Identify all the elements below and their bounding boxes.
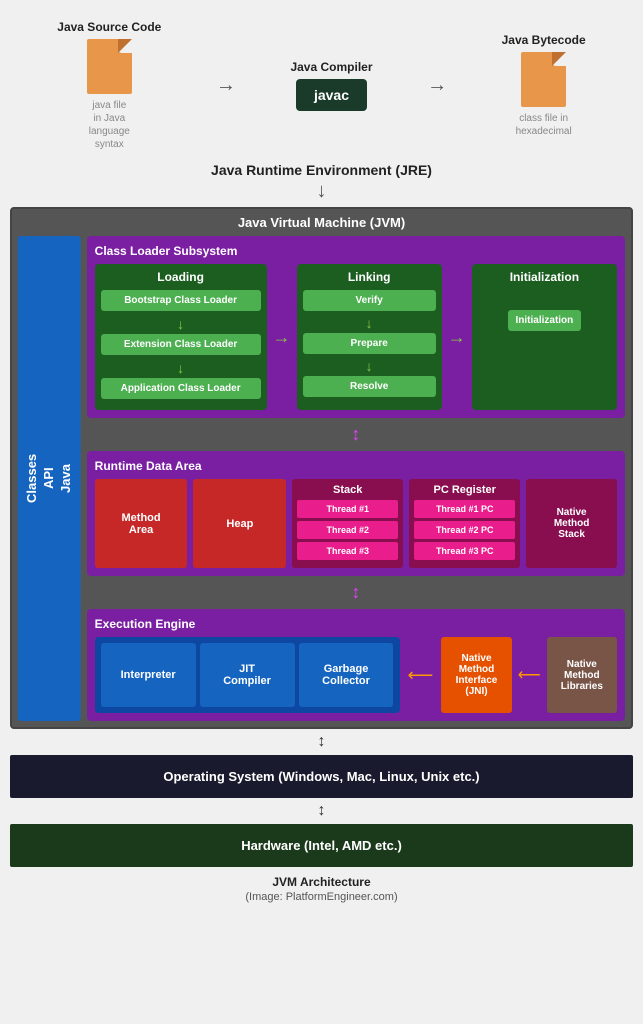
arrow-to-compiler: →	[216, 74, 236, 97]
arrow-loading-linking: →	[273, 264, 291, 410]
stack-section: Stack Thread #1 Thread #2 Thread #3	[292, 479, 403, 568]
page-container: Java Source Code java file in Java langu…	[0, 0, 643, 913]
loading-title: Loading	[101, 270, 261, 284]
exec-section: Execution Engine Interpreter JIT Compile…	[87, 609, 625, 721]
arrow-jre-down: ↓	[10, 180, 633, 203]
javac-button[interactable]: javac	[296, 79, 367, 111]
nmi-component: Native Method Interface (JNI)	[441, 637, 511, 713]
pc-title: PC Register	[414, 484, 515, 496]
compiler-label: Java Compiler	[290, 60, 372, 74]
arrow-linking-init: →	[448, 264, 466, 410]
init-title: Initialization	[510, 270, 579, 284]
application-loader-btn: Application Class Loader	[101, 378, 261, 399]
footer-subcaption: (Image: PlatformEngineer.com)	[10, 891, 633, 903]
jvm-container: Java Virtual Machine (JVM) Java API Clas…	[10, 207, 633, 729]
source-file-subtitle: java file in Java language syntax	[89, 99, 130, 151]
top-section: Java Source Code java file in Java langu…	[10, 10, 633, 156]
exec-title: Execution Engine	[95, 617, 617, 631]
footer-caption: JVM Architecture	[10, 875, 633, 889]
resolve-btn: Resolve	[303, 376, 436, 397]
arrow-cls-rda: ↕	[87, 424, 625, 445]
init-panel: Initialization Initialization	[472, 264, 617, 410]
class-loader-subsystem: Class Loader Subsystem Loading Bootstrap…	[87, 236, 625, 418]
stack-title: Stack	[297, 484, 398, 496]
stack-thread2: Thread #2	[297, 521, 398, 539]
verify-btn: Verify	[303, 290, 436, 311]
jvm-main: Class Loader Subsystem Loading Bootstrap…	[87, 236, 625, 721]
jre-label: Java Runtime Environment (JRE)	[10, 162, 633, 178]
source-code-block: Java Source Code java file in Java langu…	[57, 20, 161, 151]
rda-title: Runtime Data Area	[95, 459, 617, 473]
arrow-extension-application: ↓	[101, 360, 261, 376]
os-section: Operating System (Windows, Mac, Linux, U…	[10, 755, 633, 798]
exec-right: Native Method Interface (JNI) ⟵ Native M…	[441, 637, 617, 713]
bootstrap-loader-btn: Bootstrap Class Loader	[101, 290, 261, 311]
extension-loader-btn: Extension Class Loader	[101, 334, 261, 355]
pc-thread1: Thread #1 PC	[414, 500, 515, 518]
pc-section: PC Register Thread #1 PC Thread #2 PC Th…	[409, 479, 520, 568]
arrow-jvm-os: ↕	[10, 733, 633, 751]
linking-title: Linking	[303, 270, 436, 284]
heap-area: Heap	[193, 479, 286, 568]
arrow-os-hw: ↕	[10, 802, 633, 820]
api-classes-sidebar: Java API Classes	[18, 236, 81, 721]
arrow-prepare-resolve: ↓	[303, 358, 436, 374]
jvm-title: Java Virtual Machine (JVM)	[18, 215, 625, 230]
arrow-verify-prepare: ↓	[303, 315, 436, 331]
prepare-btn: Prepare	[303, 333, 436, 354]
nml-component: Native Method Libraries	[547, 637, 617, 713]
bytecode-label: Java Bytecode	[502, 33, 586, 47]
arrow-rda-exec: ↕	[87, 582, 625, 603]
interpreter-component: Interpreter	[101, 643, 196, 707]
gc-component: Garbage Collector	[299, 643, 394, 707]
bytecode-file-icon	[521, 52, 566, 107]
jit-component: JIT Compiler	[200, 643, 295, 707]
rda-section: Runtime Data Area Method Area Heap Stack…	[87, 451, 625, 576]
exec-left: Interpreter JIT Compiler Garbage Collect…	[95, 637, 400, 713]
stack-thread1: Thread #1	[297, 500, 398, 518]
source-code-label: Java Source Code	[57, 20, 161, 34]
linking-panel: Linking Verify ↓ Prepare ↓ Resolve	[297, 264, 442, 410]
exec-inner: Interpreter JIT Compiler Garbage Collect…	[95, 637, 617, 713]
loading-panel: Loading Bootstrap Class Loader ↓ Extensi…	[95, 264, 267, 410]
pc-thread2: Thread #2 PC	[414, 521, 515, 539]
pc-thread3: Thread #3 PC	[414, 542, 515, 560]
jvm-inner: Java API Classes Class Loader Subsystem …	[18, 236, 625, 721]
arrow-to-bytecode: →	[427, 74, 447, 97]
arrow-exec-nmi: ⟵	[406, 637, 436, 713]
arrow-bootstrap-extension: ↓	[101, 316, 261, 332]
stack-thread3: Thread #3	[297, 542, 398, 560]
native-method-stack: Native Method Stack	[526, 479, 617, 568]
bytecode-subtitle: class file in hexadecimal	[516, 112, 572, 138]
init-btn: Initialization	[508, 310, 582, 331]
cls-title: Class Loader Subsystem	[95, 244, 617, 258]
bytecode-block: Java Bytecode class file in hexadecimal	[502, 33, 586, 138]
rda-inner: Method Area Heap Stack Thread #1 Thread …	[95, 479, 617, 568]
hw-section: Hardware (Intel, AMD etc.)	[10, 824, 633, 867]
compiler-block: Java Compiler javac	[290, 60, 372, 111]
cls-inner: Loading Bootstrap Class Loader ↓ Extensi…	[95, 264, 617, 410]
arrow-nmi-nml: ⟵	[518, 637, 541, 713]
source-file-icon	[87, 39, 132, 94]
method-area: Method Area	[95, 479, 188, 568]
